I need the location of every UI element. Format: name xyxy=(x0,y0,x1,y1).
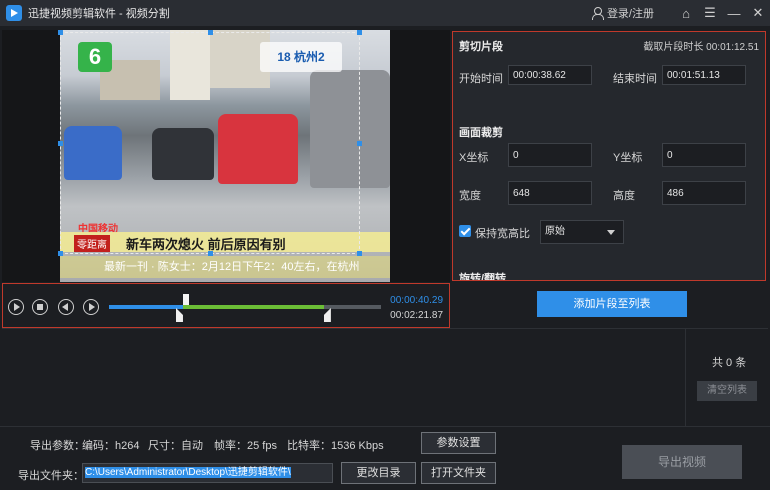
export-bitrate: 比特率：1536 Kbps xyxy=(287,440,384,452)
clip-duration-label: 截取片段时长 xyxy=(643,42,704,53)
crop-handle[interactable] xyxy=(357,141,362,146)
timeline-track[interactable] xyxy=(109,294,381,322)
crop-handle[interactable] xyxy=(208,30,213,35)
crop-section-title: 画面裁剪 xyxy=(459,127,503,139)
aspect-ratio-selected: 原始 xyxy=(545,226,565,237)
playhead-handle[interactable] xyxy=(183,294,190,305)
crop-handle[interactable] xyxy=(58,30,63,35)
open-folder-button[interactable]: 打开文件夹 xyxy=(421,462,496,484)
clip-duration-value: 00:01:12.51 xyxy=(706,42,759,53)
crop-handle[interactable] xyxy=(58,141,63,146)
close-icon[interactable]: ✕ xyxy=(746,0,770,26)
timeline-selected-segment xyxy=(182,305,324,309)
app-logo-icon xyxy=(6,5,22,21)
height-input[interactable] xyxy=(662,181,746,205)
window-title: 迅捷视频剪辑软件 - 视频分割 xyxy=(28,8,170,20)
keep-aspect-ratio-checkbox[interactable] xyxy=(459,225,471,237)
x-coordinate-label: X坐标 xyxy=(459,152,489,164)
total-time: 00:02:21.87 xyxy=(390,310,443,321)
user-icon xyxy=(591,7,604,20)
title-bar: 迅捷视频剪辑软件 - 视频分割 登录/注册 ⌂ ☰ — ✕ xyxy=(0,0,770,26)
clip-settings-panel: 剪切片段 截取片段时长 00:01:12.51 开始时间 结束时间 画面裁剪 X… xyxy=(452,31,766,281)
params-settings-button[interactable]: 参数设置 xyxy=(421,432,496,454)
aspect-ratio-select[interactable]: 原始 xyxy=(540,220,624,244)
home-icon[interactable]: ⌂ xyxy=(674,0,698,26)
change-directory-button[interactable]: 更改目录 xyxy=(341,462,416,484)
segment-end-marker[interactable] xyxy=(323,308,331,322)
previous-frame-icon[interactable] xyxy=(58,299,74,315)
stop-icon[interactable] xyxy=(32,299,48,315)
end-time-label: 结束时间 xyxy=(613,73,657,85)
video-preview-panel: 6 18 杭州2 中国移动 零距离 新车两次熄火 前后原因有别 最新一刊 · 陈… xyxy=(2,30,450,282)
chevron-down-icon xyxy=(607,230,615,235)
y-coordinate-input[interactable] xyxy=(662,143,746,167)
clear-list-button[interactable]: 清空列表 xyxy=(697,381,757,401)
export-size: 尺寸：自动 xyxy=(148,440,203,452)
next-frame-icon[interactable] xyxy=(83,299,99,315)
clip-section-title: 剪切片段 xyxy=(459,41,503,53)
current-time: 00:00:40.29 xyxy=(390,295,443,306)
clip-duration: 截取片段时长 00:01:12.51 xyxy=(643,38,759,53)
rotate-section-title: 旋转/翻转 xyxy=(459,273,507,281)
start-time-label: 开始时间 xyxy=(459,73,503,85)
menu-icon[interactable]: ☰ xyxy=(698,0,722,26)
login-register-label: 登录/注册 xyxy=(606,8,654,20)
playback-controls: 00:00:40.29 00:02:21.87 xyxy=(2,283,450,328)
segment-list xyxy=(2,328,768,426)
crop-handle[interactable] xyxy=(357,30,362,35)
timeline-played xyxy=(109,305,187,309)
minimize-icon[interactable]: — xyxy=(722,0,746,26)
y-coordinate-label: Y坐标 xyxy=(613,152,643,164)
crop-handle[interactable] xyxy=(58,251,63,256)
segment-list-divider xyxy=(685,328,686,426)
export-video-button[interactable]: 导出视频 xyxy=(622,445,742,479)
export-params-label: 导出参数： xyxy=(30,440,85,452)
crop-handle[interactable] xyxy=(357,251,362,256)
title-bar-actions: 登录/注册 ⌂ ☰ — ✕ xyxy=(591,0,770,26)
width-label: 宽度 xyxy=(459,190,481,202)
crop-handle[interactable] xyxy=(208,251,213,256)
export-codec: 编码：h264 xyxy=(82,440,140,452)
export-folder-label: 导出文件夹： xyxy=(18,470,84,482)
segment-start-marker[interactable] xyxy=(175,308,183,322)
caption-ticker: 最新一刊 · 陈女士：2月12日下午2：40左右，在杭州 xyxy=(60,256,390,278)
play-icon[interactable] xyxy=(8,299,24,315)
keep-aspect-ratio-label: 保持宽高比 xyxy=(475,228,530,240)
add-segment-button[interactable]: 添加片段至列表 xyxy=(537,291,687,317)
start-time-input[interactable] xyxy=(508,65,592,85)
export-folder-path: C:\Users\Administrator\Desktop\迅捷剪辑软件\ xyxy=(85,467,291,478)
end-time-input[interactable] xyxy=(662,65,746,85)
segment-count: 共 0 条 xyxy=(712,357,747,369)
height-label: 高度 xyxy=(613,190,635,202)
width-input[interactable] xyxy=(508,181,592,205)
x-coordinate-input[interactable] xyxy=(508,143,592,167)
crop-selection-box[interactable] xyxy=(58,30,362,256)
export-folder-input[interactable]: C:\Users\Administrator\Desktop\迅捷剪辑软件\ xyxy=(82,463,333,483)
export-fps: 帧率：25 fps xyxy=(214,440,277,452)
login-register-link[interactable]: 登录/注册 xyxy=(591,5,654,21)
